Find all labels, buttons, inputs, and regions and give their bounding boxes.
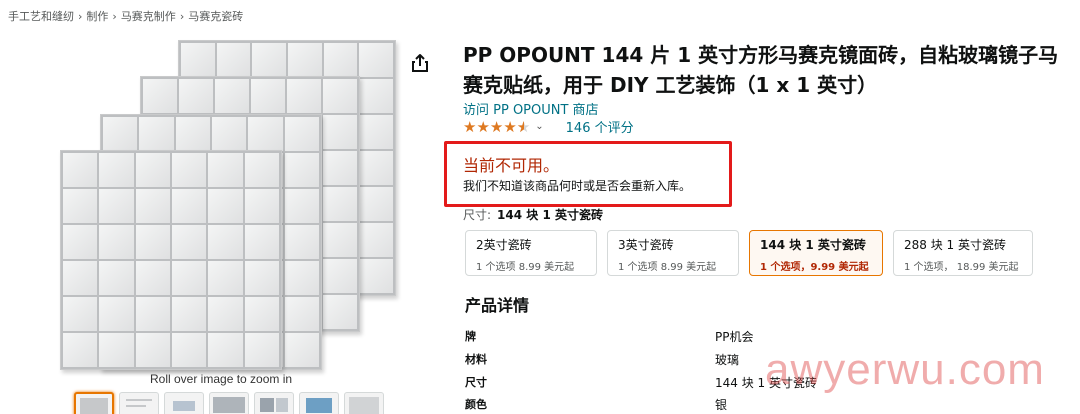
- size-option[interactable]: 2英寸瓷砖 1 个选项 8.99 美元起: [465, 230, 597, 276]
- size-option-selected[interactable]: 144 块 1 英寸瓷砖 1 个选项，9.99 美元起: [749, 230, 883, 276]
- size-option[interactable]: 288 块 1 英寸瓷砖 1 个选项， 18.99 美元起: [893, 230, 1033, 276]
- star-full-icon: ★: [476, 117, 490, 136]
- breadcrumb: 手工艺和缝纫 › 制作 › 马赛克制作 › 马赛克瓷砖: [8, 8, 243, 24]
- size-option-price: 1 个选项 8.99 美元起: [618, 262, 717, 273]
- spec-key: 牌: [465, 330, 476, 343]
- size-selected-value: 144 块 1 英寸瓷砖: [497, 208, 603, 222]
- thumbnail-strip: [74, 392, 384, 414]
- rating-row: ★ ★ ★ ★ ★ ⌄ 146 个评分: [463, 117, 634, 137]
- breadcrumb-item[interactable]: 手工艺和缝纫: [8, 10, 74, 23]
- star-rating[interactable]: ★ ★ ★ ★ ★: [463, 118, 530, 136]
- star-half-icon: ★: [517, 118, 530, 136]
- zoom-hint: Roll over image to zoom in: [150, 372, 293, 386]
- breadcrumb-separator: ›: [112, 10, 117, 23]
- size-option-name: 144 块 1 英寸瓷砖: [760, 238, 866, 252]
- thumbnail[interactable]: [299, 392, 339, 414]
- product-title: PP OPOUNT 144 片 1 英寸方形马赛克镜面砖，自粘玻璃镜子马赛克贴纸…: [463, 43, 1059, 97]
- breadcrumb-item[interactable]: 马赛克瓷砖: [188, 10, 243, 23]
- spec-key: 材料: [465, 353, 487, 366]
- star-full-icon: ★: [503, 117, 517, 136]
- size-option-price: 1 个选项 8.99 美元起: [476, 262, 575, 273]
- product-main-image[interactable]: [60, 40, 396, 370]
- spec-key: 颜色: [465, 398, 487, 411]
- thumbnail[interactable]: [254, 392, 294, 414]
- breadcrumb-separator: ›: [179, 10, 185, 23]
- ratings-count-link[interactable]: 146 个评分: [566, 117, 634, 136]
- star-full-icon: ★: [489, 117, 504, 136]
- breadcrumb-separator: ›: [78, 10, 83, 23]
- spec-key: 尺寸: [465, 376, 487, 389]
- size-label: 尺寸: 144 块 1 英寸瓷砖: [463, 206, 603, 223]
- tile-sheet-image: [60, 150, 282, 370]
- size-option-price: 1 个选项， 18.99 美元起: [904, 262, 1019, 273]
- product-details-heading: 产品详情: [465, 296, 530, 315]
- size-option-name: 288 块 1 英寸瓷砖: [904, 238, 1006, 252]
- availability-note: 我们不知道该商品何时或是否会重新入库。: [463, 179, 692, 193]
- spec-value: PP机会: [715, 330, 754, 344]
- share-button[interactable]: [405, 50, 435, 80]
- watermark: awyerwu.com: [765, 345, 1045, 394]
- share-icon: [411, 53, 429, 77]
- thumbnail[interactable]: [119, 392, 159, 414]
- size-option-price: 1 个选项，9.99 美元起: [760, 262, 869, 273]
- thumbnail[interactable]: [74, 392, 114, 414]
- breadcrumb-item[interactable]: 马赛克制作: [121, 10, 176, 23]
- thumbnail[interactable]: [164, 392, 204, 414]
- breadcrumb-item[interactable]: 制作: [86, 10, 108, 23]
- availability-status: 当前不可用。: [463, 156, 560, 175]
- size-option[interactable]: 3英寸瓷砖 1 个选项 8.99 美元起: [607, 230, 739, 276]
- size-options: 2英寸瓷砖 1 个选项 8.99 美元起 3英寸瓷砖 1 个选项 8.99 美元…: [465, 230, 1033, 276]
- thumbnail[interactable]: [209, 392, 249, 414]
- size-label-text: 尺寸:: [463, 208, 492, 222]
- thumbnail[interactable]: [344, 392, 384, 414]
- spec-value: 玻璃: [715, 353, 740, 367]
- chevron-down-icon[interactable]: ⌄: [535, 121, 543, 132]
- size-option-name: 2英寸瓷砖: [476, 238, 532, 252]
- store-link[interactable]: 访问 PP OPOUNT 商店: [463, 99, 599, 118]
- spec-value: 银: [715, 398, 728, 412]
- star-full-icon: ★: [463, 117, 477, 136]
- size-option-name: 3英寸瓷砖: [618, 238, 674, 252]
